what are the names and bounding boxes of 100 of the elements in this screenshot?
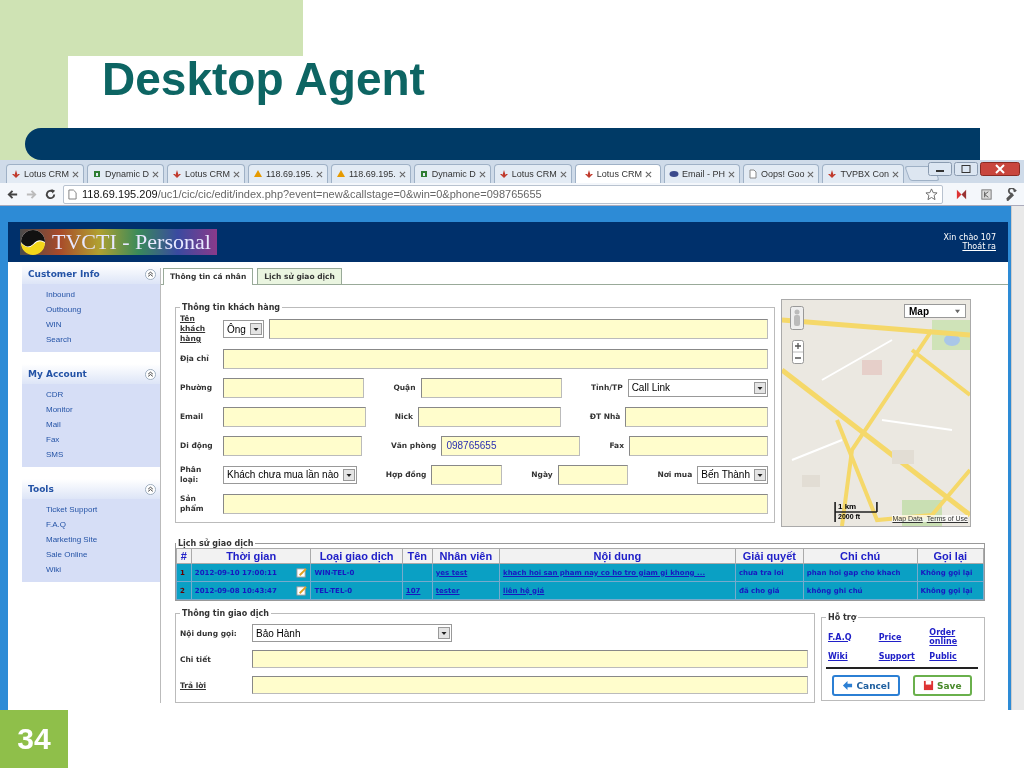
text-field[interactable] xyxy=(252,676,808,694)
text-field[interactable] xyxy=(223,348,768,369)
group-title: Thông tin giao dịch xyxy=(181,609,270,618)
browser-tab[interactable]: Email - PH xyxy=(663,164,740,183)
browser-tab[interactable]: TVPBX Con xyxy=(822,164,904,183)
text-field[interactable] xyxy=(629,435,768,456)
close-icon[interactable] xyxy=(72,170,79,178)
close-icon[interactable] xyxy=(980,162,1020,176)
close-icon[interactable] xyxy=(398,170,406,178)
menu-item[interactable]: Sale Online xyxy=(46,547,160,562)
support-link[interactable]: F.A.Q xyxy=(828,632,875,642)
minimize-icon[interactable] xyxy=(928,162,952,176)
text-field[interactable] xyxy=(223,493,768,514)
support-link[interactable]: Wiki xyxy=(828,652,875,661)
column-header: Nội dung xyxy=(499,548,736,564)
scrollbar[interactable] xyxy=(1011,206,1024,710)
text-field[interactable] xyxy=(420,377,562,398)
reload-icon[interactable] xyxy=(44,187,57,201)
support-link[interactable]: Order online xyxy=(929,628,976,646)
caret-icon[interactable] xyxy=(249,323,262,335)
section-header[interactable]: Tools xyxy=(22,479,160,499)
section-header[interactable]: Customer Info xyxy=(22,264,160,284)
browser-tab[interactable]: Dynamic D xyxy=(87,164,165,183)
close-icon[interactable] xyxy=(152,170,160,178)
logout-link[interactable]: Thoát ra xyxy=(962,242,996,251)
browser-tab[interactable]: Lotus CRM xyxy=(493,164,572,183)
extension-icon[interactable] xyxy=(955,187,968,201)
support-link[interactable]: Public xyxy=(929,652,976,661)
section-header[interactable]: My Account xyxy=(22,364,160,384)
text-field[interactable] xyxy=(268,319,768,339)
dropdown[interactable]: Khách chưa mua lần nào xyxy=(223,465,357,484)
caret-icon[interactable] xyxy=(438,627,450,639)
menu-item[interactable]: Marketing Site xyxy=(46,532,160,547)
caret-icon[interactable] xyxy=(754,468,766,481)
menu-item[interactable]: Ticket Support xyxy=(46,502,160,517)
note-icon[interactable] xyxy=(296,567,308,578)
address-field[interactable]: 118.69.195.209/uc1/cic/cic/edit/index.php?event=new&callstage=0&win=0&phone=098765655 xyxy=(63,184,943,204)
text-field[interactable] xyxy=(625,406,768,427)
close-icon[interactable] xyxy=(727,170,735,178)
close-icon[interactable] xyxy=(807,170,815,178)
close-icon[interactable] xyxy=(478,170,486,178)
text-field[interactable] xyxy=(223,406,366,427)
close-icon[interactable] xyxy=(891,170,899,178)
browser-tab[interactable]: Oops! Goo xyxy=(742,164,820,183)
text-field[interactable] xyxy=(431,464,503,485)
note-icon[interactable] xyxy=(296,585,308,596)
menu-item[interactable]: Monitor xyxy=(46,402,160,417)
close-icon[interactable] xyxy=(644,170,652,178)
section-title: Tools xyxy=(28,484,54,494)
sail-icon xyxy=(335,169,346,179)
back-icon[interactable] xyxy=(6,187,19,201)
text-field[interactable] xyxy=(223,435,362,456)
support-link[interactable]: Support xyxy=(878,652,926,661)
menu-item[interactable]: Wiki xyxy=(46,562,160,577)
star-icon[interactable] xyxy=(925,187,938,201)
browser-tab[interactable]: Lotus CRM xyxy=(167,164,246,183)
collapse-icon[interactable] xyxy=(145,268,156,280)
text-field[interactable] xyxy=(417,406,561,427)
browser-tab[interactable]: Lotus CRM xyxy=(6,164,84,183)
browser-tab[interactable]: Lotus CRM xyxy=(574,164,661,183)
caret-icon[interactable] xyxy=(342,468,355,481)
group-title: Thông tin khách hàng xyxy=(181,303,282,312)
browser-tab[interactable]: 118.69.195. xyxy=(248,164,328,183)
map-type-dropdown[interactable]: Map xyxy=(904,304,966,318)
menu-item[interactable]: WIN xyxy=(46,317,160,332)
menu-item[interactable]: Search xyxy=(46,332,160,347)
text-field[interactable] xyxy=(223,377,365,398)
close-icon[interactable] xyxy=(233,170,241,178)
maximize-icon[interactable] xyxy=(954,162,978,176)
support-link[interactable]: Price xyxy=(878,632,926,642)
close-icon[interactable] xyxy=(559,170,567,178)
menu-item[interactable]: F.A.Q xyxy=(46,517,160,532)
cancel-button[interactable]: Cancel xyxy=(832,675,901,696)
column-header: Thời gian xyxy=(191,548,311,564)
browser-tab[interactable]: Dynamic D xyxy=(413,164,491,183)
text-field[interactable]: 098765655 xyxy=(441,435,581,456)
dropdown[interactable]: Bến Thành xyxy=(697,465,768,484)
dropdown[interactable]: Bảo Hành xyxy=(252,624,452,642)
close-icon[interactable] xyxy=(315,170,323,178)
wrench-icon[interactable] xyxy=(1005,187,1018,201)
caret-icon[interactable] xyxy=(754,381,766,394)
save-button[interactable]: Save xyxy=(913,675,972,696)
text-field[interactable] xyxy=(252,650,808,668)
menu-item[interactable]: Mail xyxy=(46,417,160,432)
browser-tab[interactable]: 118.69.195. xyxy=(330,164,411,183)
extension-icon[interactable] xyxy=(980,187,993,201)
collapse-icon[interactable] xyxy=(145,368,156,380)
dropdown[interactable]: Ông xyxy=(223,320,264,338)
collapse-icon[interactable] xyxy=(145,483,156,495)
menu-item[interactable]: Inbound xyxy=(46,287,160,302)
menu-item[interactable]: CDR xyxy=(46,387,160,402)
menu-item[interactable]: Fax xyxy=(46,432,160,447)
zoom-control[interactable] xyxy=(792,340,804,364)
text-field[interactable] xyxy=(557,464,629,485)
menu-item[interactable]: Outboung xyxy=(46,302,160,317)
menu-item[interactable]: SMS xyxy=(46,447,160,462)
dropdown[interactable]: Call Link xyxy=(627,378,768,397)
pegman-icon[interactable] xyxy=(790,306,804,330)
greeting-text: Xin chào 107 xyxy=(943,233,996,242)
column-header: Chi chú xyxy=(803,548,918,564)
